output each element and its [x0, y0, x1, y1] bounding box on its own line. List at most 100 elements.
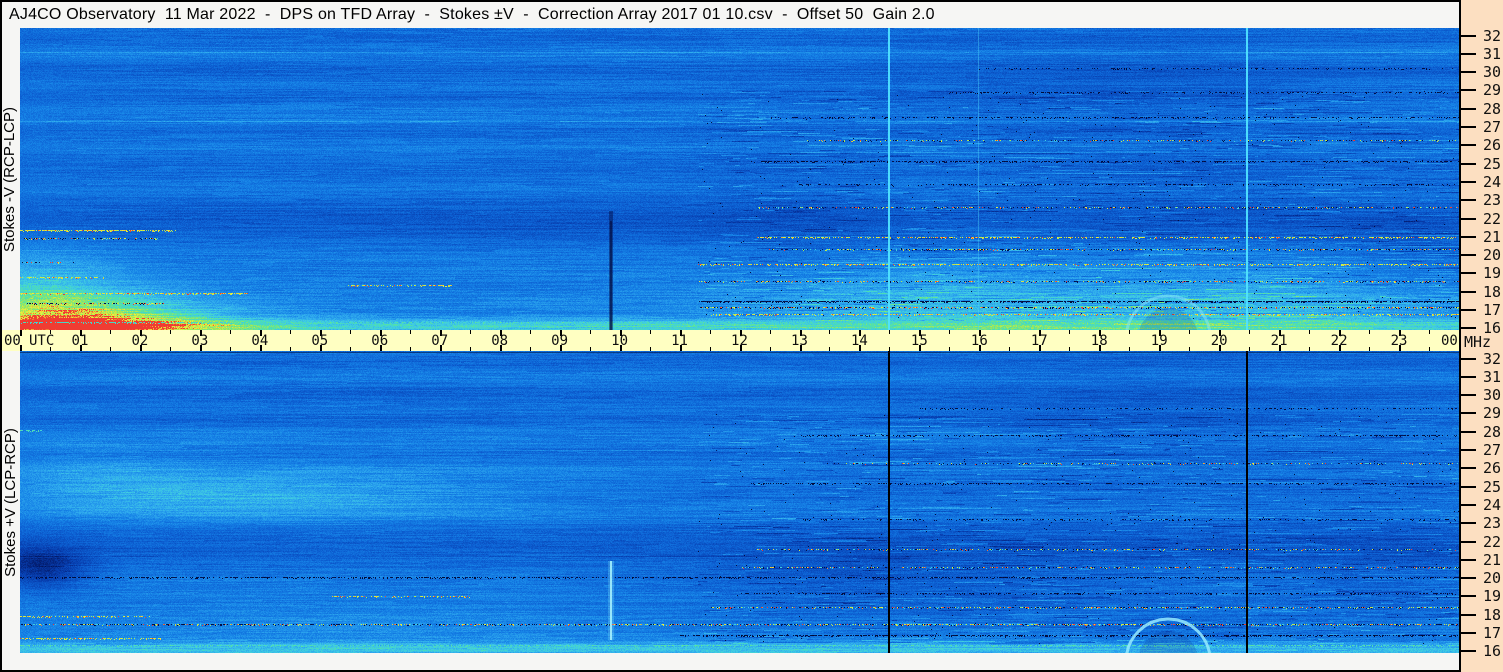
freq-tick	[1461, 89, 1476, 92]
freq-tick	[1461, 162, 1476, 165]
freq-tick	[1461, 449, 1476, 451]
freq-tick	[1461, 595, 1476, 598]
time-tick-label: 09	[551, 333, 569, 349]
half-hour-tick	[889, 330, 891, 334]
freq-tick-label: 18	[1482, 282, 1501, 301]
time-tick-label: 04	[251, 333, 269, 349]
half-hour-tick	[829, 330, 831, 334]
freq-tick	[1461, 357, 1476, 360]
half-hour-tick	[769, 330, 771, 334]
freq-tick-label: 24	[1482, 172, 1501, 191]
freq-tick-label: 32	[1482, 349, 1501, 368]
freq-tick-label: 18	[1482, 605, 1501, 624]
time-tick-label: 14	[850, 333, 868, 349]
frequency-axis: MHz 32 31 30 29 28 27 26 25 24 23 22 21 20 19 18 17 16 32…	[1461, 0, 1503, 672]
time-axis: 00 01 02 03 04 05 06 07 08 09 10 11 12 13 14 15 16 17 18 19…	[2, 330, 1461, 351]
time-tick-label: 20	[1210, 333, 1228, 349]
half-hour-tick	[1249, 330, 1251, 334]
title-bar: AJ4CO Observatory 11 Mar 2022 - DPS on T…	[2, 2, 1459, 28]
spectrogram-stokes-minus-v	[20, 28, 1459, 330]
time-tick-label: 23	[1390, 333, 1408, 349]
freq-tick	[1461, 540, 1476, 543]
freq-tick-label: 32	[1482, 26, 1501, 45]
freq-tick-label: 30	[1482, 386, 1501, 405]
time-tick-label: 10	[611, 333, 629, 349]
freq-tick	[1461, 34, 1476, 37]
half-hour-tick	[649, 330, 651, 334]
freq-tick-label: 27	[1482, 441, 1501, 459]
freq-tick-label: 31	[1482, 44, 1501, 63]
half-hour-tick	[1189, 330, 1191, 334]
half-hour-tick	[1309, 330, 1311, 334]
freq-tick-label: 23	[1482, 514, 1501, 533]
freq-tick-label: 19	[1482, 587, 1501, 606]
freq-tick-label: 17	[1482, 301, 1501, 319]
freq-tick-label: 31	[1482, 367, 1501, 386]
freq-tick	[1461, 613, 1476, 616]
time-tick-label: 08	[491, 333, 509, 349]
freq-tick	[1461, 217, 1476, 220]
freq-tick	[1461, 375, 1476, 378]
freq-tick	[1461, 180, 1476, 183]
freq-tick-label: 21	[1482, 227, 1501, 246]
freq-tick-label: 28	[1482, 422, 1501, 441]
freq-tick-label: 19	[1482, 264, 1501, 283]
time-tick-label: 01	[71, 333, 89, 349]
freq-tick	[1461, 412, 1476, 415]
time-tick-label: 21	[1270, 333, 1288, 349]
time-tick-label: 18	[1090, 333, 1108, 349]
spectrogram-stokes-plus-v	[20, 351, 1459, 653]
freq-tick	[1461, 254, 1476, 257]
half-hour-tick	[529, 330, 531, 334]
freq-tick-label: 25	[1482, 477, 1501, 496]
freq-tick	[1461, 485, 1476, 488]
freq-tick-label: 16	[1482, 642, 1501, 661]
time-tick-label: 06	[371, 333, 389, 349]
freq-tick	[1461, 272, 1476, 275]
time-tick-label: 05	[311, 333, 329, 349]
freq-tick-label: 26	[1482, 136, 1501, 155]
freq-tick	[1461, 107, 1476, 110]
freq-tick-label: 21	[1482, 550, 1501, 569]
freq-tick	[1461, 430, 1476, 433]
time-tick-label: 17	[1030, 333, 1048, 349]
half-hour-tick	[1369, 330, 1371, 334]
half-hour-tick	[229, 330, 231, 334]
freq-tick	[1461, 632, 1476, 634]
freq-tick-label: 23	[1482, 191, 1501, 210]
page-title: AJ4CO Observatory 11 Mar 2022 - DPS on T…	[9, 6, 935, 23]
freq-tick-label: 16	[1482, 319, 1501, 338]
freq-tick-label: 20	[1482, 246, 1501, 265]
half-hour-tick	[349, 330, 351, 334]
half-hour-tick	[1429, 330, 1430, 334]
freq-tick-label: 22	[1482, 532, 1501, 551]
freq-tick	[1461, 71, 1476, 74]
freq-tick	[1461, 290, 1476, 293]
freq-tick	[1461, 577, 1476, 580]
half-hour-tick	[589, 330, 591, 334]
border-top	[0, 0, 1461, 2]
freq-tick-label: 25	[1482, 154, 1501, 173]
freq-tick	[1461, 52, 1476, 55]
bottom-strip	[2, 653, 1459, 670]
time-tick-label: 12	[731, 333, 748, 349]
freq-tick-label: 22	[1482, 209, 1501, 228]
freq-tick-label: 29	[1482, 81, 1501, 100]
time-tick-label: 00	[1440, 333, 1458, 349]
freq-tick	[1461, 522, 1476, 525]
freq-tick	[1461, 235, 1476, 238]
freq-tick-label: 26	[1482, 459, 1501, 478]
freq-tick-label: 24	[1482, 495, 1501, 514]
freq-tick-label: 17	[1482, 624, 1501, 642]
freq-tick-label: 20	[1482, 569, 1501, 588]
half-hour-tick	[409, 330, 411, 334]
time-tick-label: 19	[1150, 333, 1168, 349]
border-left	[0, 0, 2, 672]
half-hour-tick	[469, 330, 471, 334]
freq-tick	[1461, 558, 1476, 561]
time-tick-label: 22	[1330, 333, 1348, 349]
freq-tick-label: 29	[1482, 404, 1501, 423]
half-hour-tick	[169, 330, 171, 334]
half-hour-tick	[109, 330, 111, 334]
border-right	[1459, 0, 1461, 672]
